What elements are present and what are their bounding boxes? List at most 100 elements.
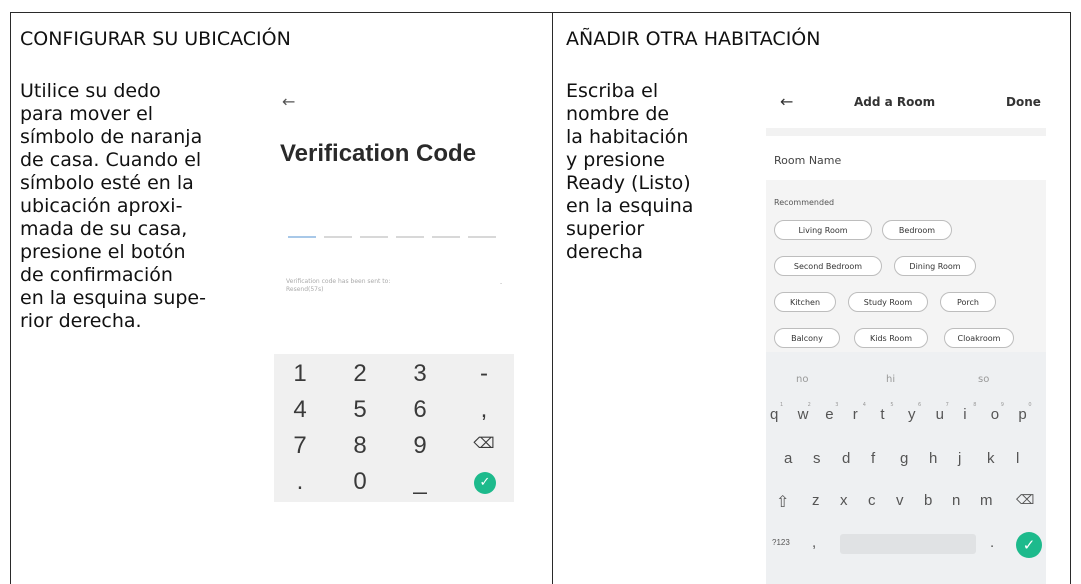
key[interactable]: p bbox=[1018, 406, 1026, 423]
key[interactable]: u bbox=[936, 406, 944, 423]
key[interactable]: s bbox=[813, 450, 821, 467]
keypad-key[interactable]: 4 bbox=[280, 396, 320, 424]
key[interactable]: g bbox=[900, 450, 908, 467]
right-instruction-line: nombre de bbox=[566, 103, 670, 125]
separator bbox=[766, 128, 1046, 136]
room-chip[interactable]: Porch bbox=[940, 292, 996, 312]
back-arrow-icon[interactable]: ← bbox=[780, 92, 793, 111]
keypad-key[interactable]: 8 bbox=[340, 432, 380, 460]
keypad-key[interactable]: 7 bbox=[280, 432, 320, 460]
room-chip[interactable]: Kids Room bbox=[854, 328, 928, 348]
key[interactable]: x bbox=[840, 492, 848, 509]
key-number-hint: 1 bbox=[780, 402, 784, 408]
space-bar[interactable] bbox=[840, 534, 976, 554]
keypad-key[interactable]: 2 bbox=[340, 360, 380, 388]
key[interactable]: h bbox=[929, 450, 937, 467]
left-instruction-line: mada de su casa, bbox=[20, 218, 188, 240]
right-instruction-line: Ready (Listo) bbox=[566, 172, 691, 194]
keypad-key[interactable]: 1 bbox=[280, 360, 320, 388]
code-digit-3[interactable] bbox=[360, 236, 388, 238]
keypad-key[interactable]: . bbox=[280, 468, 320, 496]
key-number-hint: 4 bbox=[862, 402, 866, 408]
backspace-icon[interactable]: ⌫ bbox=[464, 434, 504, 452]
right-instruction-line: en la esquina bbox=[566, 195, 694, 217]
keypad-key[interactable]: 9 bbox=[400, 432, 440, 460]
key[interactable]: e bbox=[825, 406, 833, 423]
keypad-key[interactable]: 5 bbox=[340, 396, 380, 424]
key[interactable]: l bbox=[1016, 450, 1019, 467]
keypad-key[interactable]: , bbox=[464, 396, 504, 424]
keypad-key[interactable]: _ bbox=[400, 468, 440, 496]
key[interactable]: j bbox=[958, 450, 961, 467]
key[interactable]: f bbox=[871, 450, 875, 467]
key[interactable]: q bbox=[770, 406, 778, 423]
code-digit-5[interactable] bbox=[432, 236, 460, 238]
back-arrow-icon[interactable]: ← bbox=[282, 92, 295, 111]
key[interactable]: w bbox=[798, 406, 809, 423]
left-instruction-line: ubicación aproxi- bbox=[20, 195, 183, 217]
key[interactable]: r bbox=[853, 406, 858, 423]
keypad-key[interactable]: 6 bbox=[400, 396, 440, 424]
confirm-button[interactable]: ✓ bbox=[1016, 532, 1042, 558]
key[interactable]: o bbox=[991, 406, 999, 423]
verification-screenshot: ← Verification Code Verification code ha… bbox=[268, 82, 514, 504]
key[interactable]: c bbox=[868, 492, 876, 509]
code-digit-2[interactable] bbox=[324, 236, 352, 238]
room-chip[interactable]: Cloakroom bbox=[944, 328, 1014, 348]
recommended-label: Recommended bbox=[774, 198, 835, 207]
key[interactable]: d bbox=[842, 450, 850, 467]
confirm-button[interactable]: ✓ bbox=[474, 472, 496, 494]
left-instruction-line: presione el botón bbox=[20, 241, 186, 263]
period-key[interactable]: . bbox=[990, 534, 994, 551]
qwerty-keyboard: no hi so q 1 w 2 e 3 r 4 t 5 y 6 u 7 i 8 o 9 p 0 a s d f g h j k l ⇧ z x c v… bbox=[766, 352, 1046, 584]
done-button[interactable]: Done bbox=[1006, 95, 1041, 109]
shift-icon[interactable]: ⇧ bbox=[776, 492, 789, 512]
key[interactable]: b bbox=[924, 492, 932, 509]
room-chip[interactable]: Dining Room bbox=[894, 256, 976, 276]
key-number-hint: 8 bbox=[973, 402, 977, 408]
suggestion[interactable]: hi bbox=[886, 374, 895, 385]
room-chip[interactable]: Kitchen bbox=[774, 292, 836, 312]
mode-key[interactable]: ?123 bbox=[772, 538, 790, 547]
right-instruction-line: y presione bbox=[566, 149, 665, 171]
key[interactable]: y bbox=[908, 406, 916, 423]
left-instruction-line: para mover el bbox=[20, 103, 154, 125]
key[interactable]: i bbox=[963, 406, 966, 423]
left-instruction-line: símbolo esté en la bbox=[20, 172, 194, 194]
code-digit-4[interactable] bbox=[396, 236, 424, 238]
comma-key[interactable]: , bbox=[812, 534, 816, 551]
verification-info: Verification code has been sent to: Rese… bbox=[286, 278, 391, 293]
room-chip[interactable]: Second Bedroom bbox=[774, 256, 882, 276]
keypad-key[interactable]: - bbox=[464, 360, 504, 388]
left-instruction-line: rior derecha. bbox=[20, 310, 142, 332]
key[interactable]: m bbox=[980, 492, 993, 509]
column-divider bbox=[552, 12, 553, 584]
key-number-hint: 0 bbox=[1028, 402, 1032, 408]
key[interactable]: t bbox=[880, 406, 884, 423]
left-heading: CONFIGURAR SU UBICACIÓN bbox=[20, 28, 291, 50]
add-room-screenshot: ← Add a Room Done Room Name Recommended … bbox=[766, 82, 1046, 584]
left-instruction-line: símbolo de naranja bbox=[20, 126, 203, 148]
left-instruction-line: Utilice su dedo bbox=[20, 80, 161, 102]
key[interactable]: k bbox=[987, 450, 995, 467]
room-chip[interactable]: Study Room bbox=[848, 292, 928, 312]
key[interactable]: n bbox=[952, 492, 960, 509]
right-instruction-line: Escriba el bbox=[566, 80, 659, 102]
right-heading: AÑADIR OTRA HABITACIÓN bbox=[566, 28, 821, 50]
key[interactable]: a bbox=[784, 450, 792, 467]
room-chip[interactable]: Bedroom bbox=[882, 220, 952, 240]
suggestion[interactable]: so bbox=[978, 374, 989, 385]
keypad-key[interactable]: 3 bbox=[400, 360, 440, 388]
room-chip[interactable]: Balcony bbox=[774, 328, 840, 348]
backspace-icon[interactable]: ⌫ bbox=[1016, 492, 1034, 508]
room-name-field[interactable]: Room Name bbox=[774, 154, 841, 167]
suggestion[interactable]: no bbox=[796, 374, 808, 385]
left-instruction-line: en la esquina supe- bbox=[20, 287, 206, 309]
room-chip[interactable]: Living Room bbox=[774, 220, 872, 240]
code-digit-1[interactable] bbox=[288, 236, 316, 238]
code-digit-6[interactable] bbox=[468, 236, 496, 238]
key[interactable]: z bbox=[812, 492, 820, 509]
add-room-title: Add a Room bbox=[854, 95, 936, 109]
keypad-key[interactable]: 0 bbox=[340, 468, 380, 496]
key[interactable]: v bbox=[896, 492, 904, 509]
